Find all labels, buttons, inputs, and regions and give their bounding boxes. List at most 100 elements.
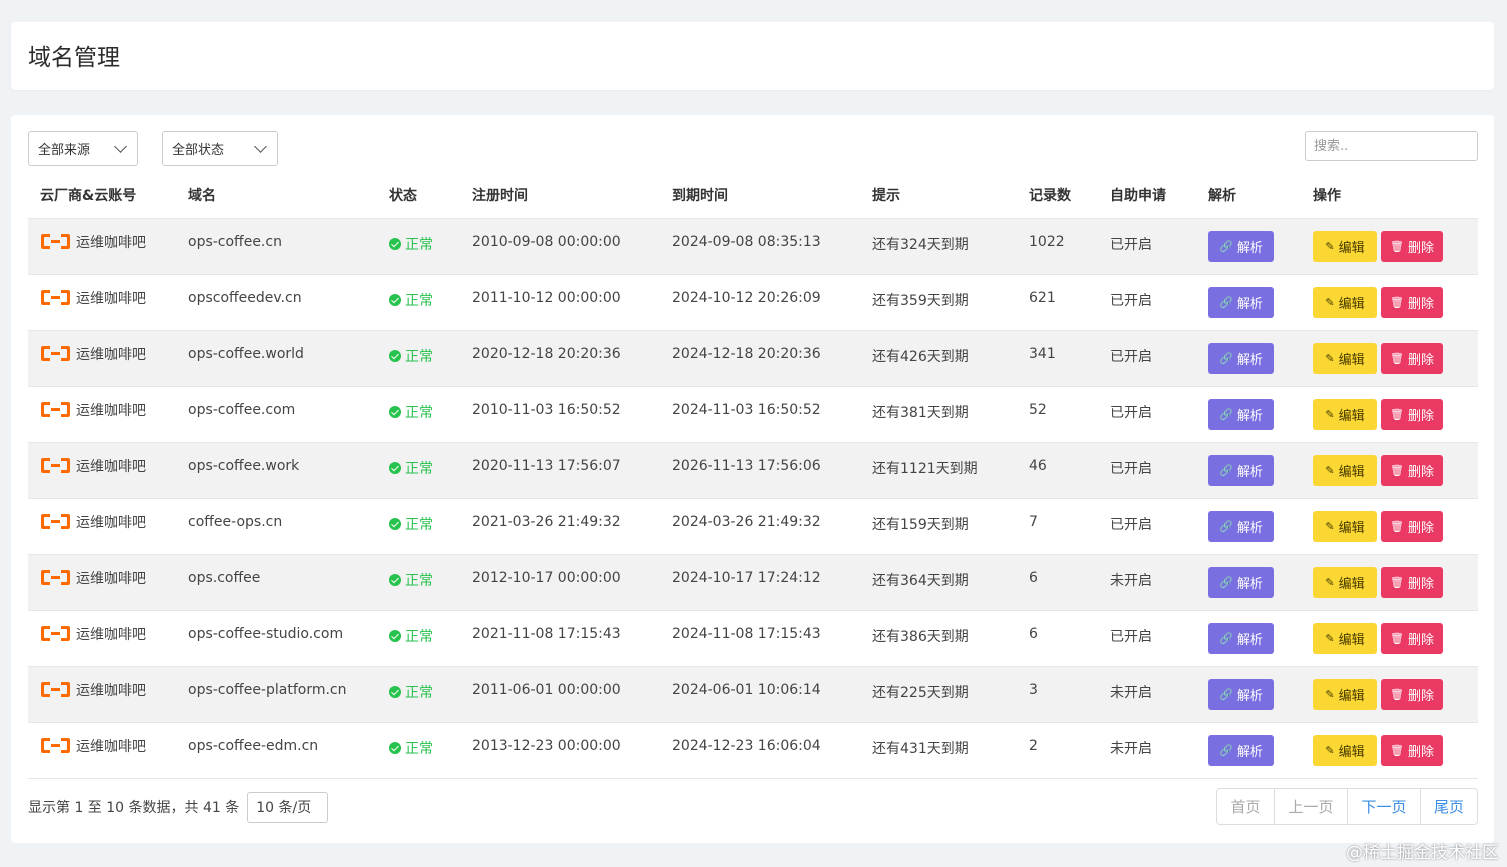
aliyun-logo-icon — [40, 625, 71, 642]
parse-button[interactable]: 🔗 解析 — [1208, 342, 1274, 374]
delete-button[interactable]: 🗑 删除 — [1381, 342, 1443, 374]
delete-button[interactable]: 🗑 删除 — [1381, 622, 1443, 654]
tip-cell: 还有225天到期 — [860, 665, 1017, 722]
search-input[interactable] — [1305, 131, 1478, 161]
pager-first[interactable]: 首页 — [1217, 789, 1274, 824]
parse-button[interactable]: 🔗 解析 — [1208, 286, 1274, 318]
table-row: 运维咖啡吧 ops-coffee.com 正常 2010-11-03 16:50:52… — [28, 385, 1478, 442]
delete-button[interactable]: 🗑 删除 — [1381, 734, 1443, 766]
domain-cell: ops-coffee.world — [176, 329, 377, 386]
status-cell: 正常 — [377, 609, 460, 666]
edit-button[interactable]: ✎ 编辑 — [1313, 454, 1377, 486]
expire-time-cell: 2024-11-08 17:15:43 — [660, 609, 860, 666]
status-badge: 正常 — [405, 628, 433, 645]
record-count-cell: 621 — [1017, 273, 1098, 330]
edit-button[interactable]: ✎ 编辑 — [1313, 678, 1377, 710]
self-apply-cell: 未开启 — [1098, 721, 1196, 779]
parse-button[interactable]: 🔗 解析 — [1208, 734, 1274, 766]
aliyun-logo-icon — [40, 681, 71, 698]
table-footer-info: 显示第 1 至 10 条数据，共 41 条 10 条/页 — [28, 791, 329, 823]
check-circle-icon — [389, 685, 401, 698]
edit-button[interactable]: ✎ 编辑 — [1313, 734, 1377, 766]
vendor-account: 运维咖啡吧 — [76, 514, 146, 531]
parse-cell: 🔗 解析 — [1196, 721, 1301, 779]
delete-button[interactable]: 🗑 删除 — [1381, 286, 1443, 318]
vendor-cell: 运维咖啡吧 — [28, 441, 176, 498]
tip-cell: 还有381天到期 — [860, 385, 1017, 442]
aliyun-logo-icon — [40, 737, 71, 754]
check-circle-icon — [389, 293, 401, 306]
self-apply-cell: 已开启 — [1098, 217, 1196, 274]
expire-time-cell: 2024-09-08 08:35:13 — [660, 217, 860, 274]
delete-button[interactable]: 🗑 删除 — [1381, 566, 1443, 598]
status-cell: 正常 — [377, 441, 460, 498]
parse-button[interactable]: 🔗 解析 — [1208, 454, 1274, 486]
edit-icon: ✎ — [1325, 295, 1335, 309]
tip-cell: 还有386天到期 — [860, 609, 1017, 666]
domain-cell: ops-coffee-platform.cn — [176, 665, 377, 722]
status-filter-select[interactable]: 全部状态 — [162, 131, 278, 166]
status-cell: 正常 — [377, 217, 460, 274]
pager-prev[interactable]: 上一页 — [1274, 789, 1347, 824]
status-badge: 正常 — [405, 740, 433, 757]
delete-button-label: 删除 — [1407, 520, 1434, 536]
delete-button[interactable]: 🗑 删除 — [1381, 510, 1443, 542]
domain-cell: ops-coffee-edm.cn — [176, 721, 377, 779]
parse-button[interactable]: 🔗 解析 — [1208, 622, 1274, 654]
trash-icon: 🗑 — [1390, 351, 1404, 365]
domain-cell: ops-coffee.com — [176, 385, 377, 442]
column-header: 云厂商&云账号 — [40, 187, 137, 204]
column-header: 自助申请 — [1110, 187, 1166, 204]
link-icon: 🔗 — [1219, 631, 1233, 645]
check-circle-icon — [389, 405, 401, 418]
action-cell: ✎ 编辑 🗑 删除 — [1301, 497, 1478, 554]
parse-button[interactable]: 🔗 解析 — [1208, 510, 1274, 542]
parse-button[interactable]: 🔗 解析 — [1208, 398, 1274, 430]
edit-icon: ✎ — [1325, 631, 1335, 645]
parse-cell: 🔗 解析 — [1196, 553, 1301, 610]
page-size-select[interactable]: 10 条/页 — [247, 791, 329, 823]
source-filter-select[interactable]: 全部来源 — [28, 131, 138, 166]
register-time-cell: 2011-06-01 00:00:00 — [460, 665, 660, 722]
self-apply-cell: 已开启 — [1098, 385, 1196, 442]
edit-icon: ✎ — [1325, 687, 1335, 701]
edit-button[interactable]: ✎ 编辑 — [1313, 510, 1377, 542]
tip-cell: 还有324天到期 — [860, 217, 1017, 274]
delete-button[interactable]: 🗑 删除 — [1381, 454, 1443, 486]
register-time-cell: 2011-10-12 00:00:00 — [460, 273, 660, 330]
edit-button-label: 编辑 — [1338, 688, 1365, 704]
link-icon: 🔗 — [1219, 239, 1233, 253]
delete-button[interactable]: 🗑 删除 — [1381, 230, 1443, 262]
edit-button[interactable]: ✎ 编辑 — [1313, 622, 1377, 654]
status-badge: 正常 — [405, 348, 433, 365]
register-time-cell: 2021-11-08 17:15:43 — [460, 609, 660, 666]
edit-button[interactable]: ✎ 编辑 — [1313, 342, 1377, 374]
delete-button[interactable]: 🗑 删除 — [1381, 678, 1443, 710]
status-cell: 正常 — [377, 665, 460, 722]
header-card: 域名管理 — [11, 22, 1494, 90]
edit-button[interactable]: ✎ 编辑 — [1313, 230, 1377, 262]
parse-button-label: 解析 — [1236, 240, 1263, 256]
chevron-down-icon — [254, 140, 267, 153]
parse-cell: 🔗 解析 — [1196, 441, 1301, 498]
edit-button[interactable]: ✎ 编辑 — [1313, 286, 1377, 318]
watermark: @稀土掘金技术社区 — [1346, 843, 1499, 863]
edit-button[interactable]: ✎ 编辑 — [1313, 566, 1377, 598]
column-header: 记录数 — [1029, 187, 1071, 204]
record-count-cell: 6 — [1017, 609, 1098, 666]
domain-cell: ops-coffee.work — [176, 441, 377, 498]
pager-next[interactable]: 下一页 — [1347, 789, 1420, 824]
edit-button[interactable]: ✎ 编辑 — [1313, 398, 1377, 430]
parse-button[interactable]: 🔗 解析 — [1208, 566, 1274, 598]
trash-icon: 🗑 — [1390, 687, 1404, 701]
pager-last[interactable]: 尾页 — [1420, 789, 1477, 824]
edit-button-label: 编辑 — [1338, 744, 1365, 760]
status-cell: 正常 — [377, 553, 460, 610]
self-apply-cell: 已开启 — [1098, 329, 1196, 386]
edit-button-label: 编辑 — [1338, 240, 1365, 256]
parse-cell: 🔗 解析 — [1196, 217, 1301, 274]
parse-button[interactable]: 🔗 解析 — [1208, 678, 1274, 710]
table-row: 运维咖啡吧 opscoffeedev.cn 正常 2011-10-12 00:00:0… — [28, 273, 1478, 330]
delete-button[interactable]: 🗑 删除 — [1381, 398, 1443, 430]
parse-button[interactable]: 🔗 解析 — [1208, 230, 1274, 262]
